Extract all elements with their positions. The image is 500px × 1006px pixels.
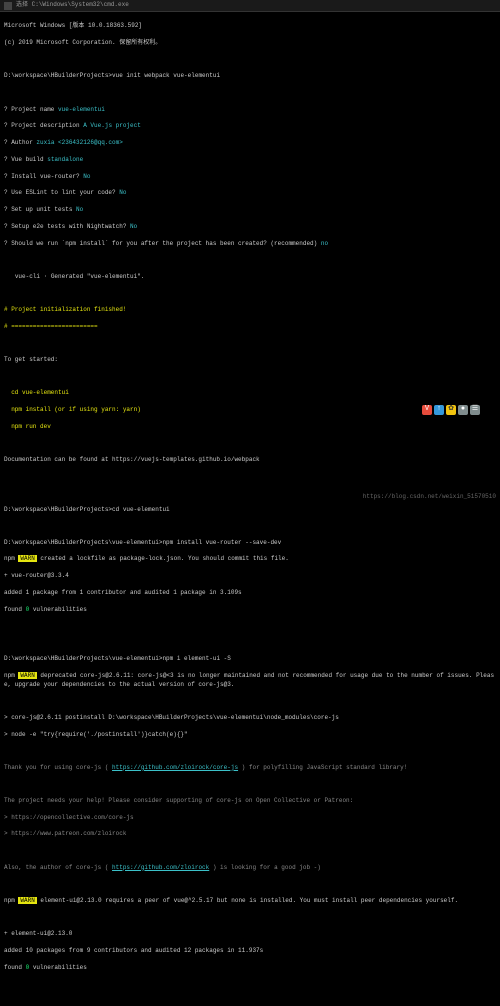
corejs-thank: Thank you for using core-js ( https://gi… <box>4 764 496 772</box>
patreon-link: > https://www.patreon.com/zloirock <box>4 830 496 838</box>
win-version: Microsoft Windows [版本 10.0.18363.592] <box>4 22 496 30</box>
window-title: 选择 C:\Windows\System32\cmd.exe <box>16 1 496 9</box>
copyright: (c) 2019 Microsoft Corporation. 保留所有权利。 <box>4 39 496 47</box>
added-pkg-2: added 10 packages from 9 contributors an… <box>4 947 496 955</box>
vuln-2: found 0 vulnerabilities <box>4 964 496 972</box>
corejs-deprecated: npm WARN deprecated core-js@2.6.11: core… <box>4 672 496 689</box>
prompt-line-4: D:\workspace\HBuilderProjects\vue-elemen… <box>4 655 496 663</box>
badge-icon[interactable]: ✿ <box>446 405 456 415</box>
get-started: To get started: <box>4 356 496 364</box>
run-cmd: npm run dev <box>4 423 496 431</box>
npm-warn-lockfile: npm WARN created a lockfile as package-l… <box>4 555 496 563</box>
docs-link: Documentation can be found at https://vu… <box>4 456 496 464</box>
q-e2e: ? Setup e2e tests with Nightwatch? No <box>4 223 496 231</box>
q-unit: ? Set up unit tests No <box>4 206 496 214</box>
corejs-post: > core-js@2.6.11 postinstall D:\workspac… <box>4 714 496 722</box>
vue-router-installed: + vue-router@3.3.4 <box>4 572 496 580</box>
generated: vue-cli · Generated "vue-elementui". <box>4 273 496 281</box>
q-npm: ? Should we run `npm install` for you af… <box>4 240 496 248</box>
vuln-1: found 0 vulnerabilities <box>4 606 496 614</box>
badge-icon[interactable]: V <box>422 405 432 415</box>
cd-cmd: cd vue-elementui <box>4 389 496 397</box>
prompt-line-3: D:\workspace\HBuilderProjects\vue-elemen… <box>4 539 496 547</box>
q-router: ? Install vue-router? No <box>4 173 496 181</box>
badge-icon[interactable]: ↑ <box>434 405 444 415</box>
badge-icon[interactable]: ☰ <box>470 405 480 415</box>
badge-icon[interactable]: ● <box>458 405 468 415</box>
prompt-line-2: D:\workspace\HBuilderProjects>cd vue-ele… <box>4 506 496 514</box>
separator: # ======================== <box>4 323 496 331</box>
app-icon <box>4 2 12 10</box>
q-desc: ? Project description A Vue.js project <box>4 122 496 130</box>
q-build: ? Vue build standalone <box>4 156 496 164</box>
added-pkg-1: added 1 package from 1 contributor and a… <box>4 589 496 597</box>
oc-link: > https://opencollective.com/core-js <box>4 814 496 822</box>
terminal-output[interactable]: Microsoft Windows [版本 10.0.18363.592] (c… <box>0 12 500 1006</box>
window-titlebar[interactable]: 选择 C:\Windows\System32\cmd.exe <box>0 0 500 12</box>
watermark: https://blog.csdn.net/weixin_51570510 <box>363 493 496 501</box>
q-author: ? Author zuxia <236432126@qq.com> <box>4 139 496 147</box>
element-installed: + element-ui@2.13.0 <box>4 930 496 938</box>
q-eslint: ? Use ESLint to lint your code? No <box>4 189 496 197</box>
init-finished: # Project initialization finished! <box>4 306 496 314</box>
peer-warn-1: npm WARN element-ui@2.13.0 requires a pe… <box>4 897 496 905</box>
corejs-node: > node -e "try{require('./postinstall')}… <box>4 731 496 739</box>
corejs-job: Also, the author of core-js ( https://gi… <box>4 864 496 872</box>
corejs-help: The project needs your help! Please cons… <box>4 797 496 805</box>
q-name: ? Project name vue-elementui <box>4 106 496 114</box>
prompt-line: D:\workspace\HBuilderProjects>vue init w… <box>4 72 496 80</box>
share-badges: V ↑ ✿ ● ☰ <box>422 405 480 415</box>
